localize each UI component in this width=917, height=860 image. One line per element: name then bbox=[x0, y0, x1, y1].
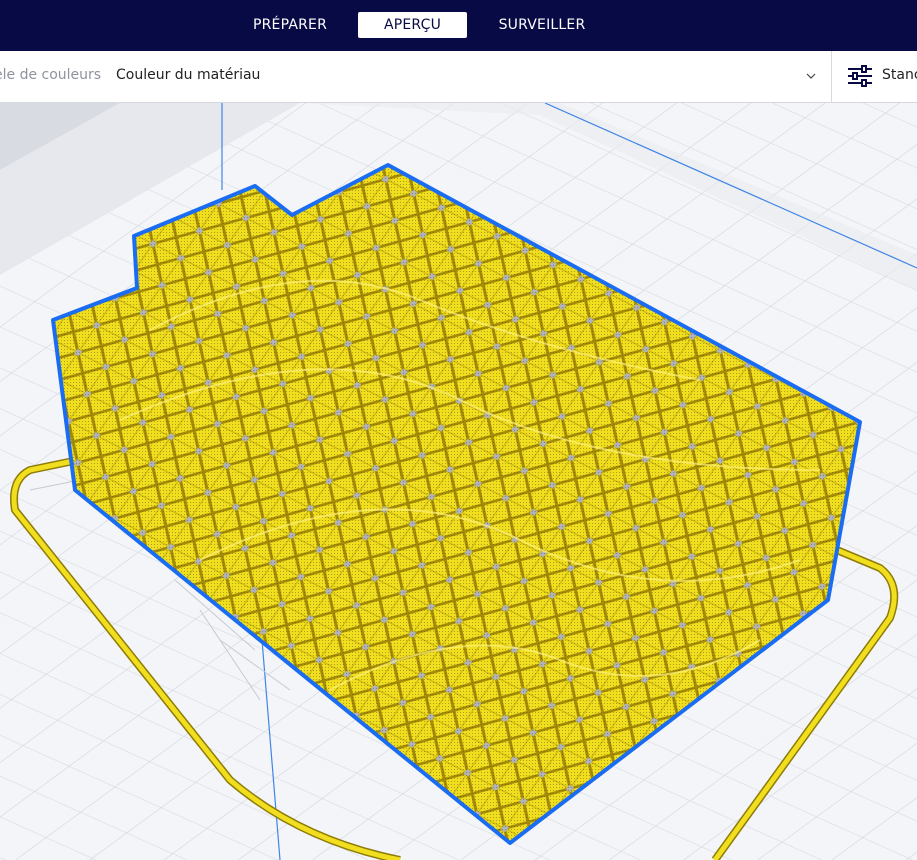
color-scheme-dropdown[interactable]: èle de couleurs Couleur du matériau bbox=[0, 51, 831, 102]
sliders-icon bbox=[848, 65, 872, 87]
stage-menu-bar: PRÉPARER APERÇU SURVEILLER bbox=[0, 0, 917, 51]
color-scheme-label: èle de couleurs bbox=[0, 67, 102, 83]
tab-preview[interactable]: APERÇU bbox=[358, 12, 467, 38]
chevron-down-icon bbox=[806, 73, 816, 79]
tab-monitor[interactable]: SURVEILLER bbox=[487, 12, 597, 38]
print-settings-label: Stanc bbox=[882, 67, 917, 83]
3d-viewport[interactable] bbox=[0, 103, 917, 860]
color-scheme-value: Couleur du matériau bbox=[116, 67, 261, 83]
view-toolbar: èle de couleurs Couleur du matériau Stan… bbox=[0, 51, 917, 103]
tab-prepare[interactable]: PRÉPARER bbox=[240, 12, 340, 38]
print-settings-button[interactable]: Stanc bbox=[832, 51, 917, 102]
